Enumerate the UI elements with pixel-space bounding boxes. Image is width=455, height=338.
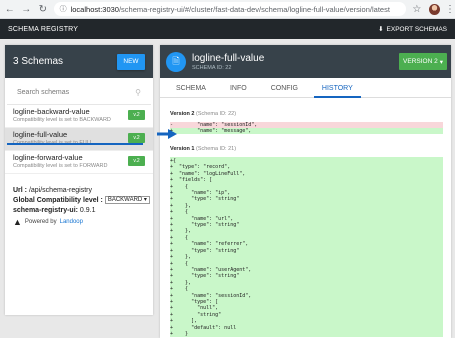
tab-config[interactable]: CONFIG	[259, 85, 310, 97]
selected-annotation-underline	[7, 143, 143, 145]
schema-item-full[interactable]: logline-full-value Compatibility level i…	[5, 128, 153, 151]
bookmark-star-icon[interactable]: ☆	[412, 4, 421, 15]
forward-icon[interactable]: →	[20, 2, 34, 16]
browser-toolbar: ← → ↻ ⓘ localhost:3030/schema-registry-u…	[0, 0, 455, 19]
version-badge: v.2	[128, 156, 145, 166]
version-1-schema-id: (Schema ID: 21)	[196, 146, 237, 152]
version-2-title: Version 2	[170, 111, 195, 117]
diff-added-line: + "name": "message",	[170, 128, 443, 134]
browser-menu-icon[interactable]: ⋮	[445, 4, 455, 15]
powered-label: Powered by	[24, 219, 57, 225]
app-title: SCHEMA REGISTRY	[8, 25, 79, 33]
global-compat-select[interactable]: BACKWARD ▾	[104, 196, 150, 205]
arrow-annotation-icon	[157, 129, 177, 139]
version-2-schema-id: (Schema ID: 22)	[196, 111, 237, 117]
compat-value: BACKWARD	[107, 197, 143, 204]
landoop-logo-icon: ▲	[13, 217, 22, 227]
url-value: /api/schema-registry	[28, 187, 92, 194]
compat-label: Global Compatibility level :	[13, 197, 103, 204]
search-input[interactable]: Search schemas ⚲	[7, 81, 151, 105]
search-icon: ⚲	[135, 88, 141, 97]
schema-item-compat: Compatibility level is set to BACKWARD	[13, 117, 111, 123]
schema-item-name: logline-full-value	[13, 130, 68, 139]
version-1-label: Version 1 (Schema ID: 21)	[170, 146, 443, 152]
tab-schema[interactable]: SCHEMA	[164, 85, 218, 97]
schema-id: SCHEMA ID: 22	[192, 64, 232, 71]
schema-titles: logline-full-value SCHEMA ID: 22	[192, 53, 264, 71]
schema-name: logline-full-value	[192, 52, 265, 64]
schemas-sidebar: 3 Schemas NEW Search schemas ⚲ logline-b…	[5, 45, 153, 315]
file-icon: 🗎	[166, 51, 186, 72]
profile-avatar[interactable]	[429, 3, 441, 15]
schema-tabs: SCHEMA INFO CONFIG HISTORY	[160, 78, 451, 98]
url-path: /schema-registry-ui/#/cluster/fast-data-…	[118, 4, 390, 14]
schema-count: 3 Schemas	[13, 56, 64, 67]
schema-header: 🗎 logline-full-value SCHEMA ID: 22 VERSI…	[160, 45, 451, 78]
schema-item-backward[interactable]: logline-backward-value Compatibility lev…	[5, 105, 153, 128]
version-dropdown[interactable]: VERSION 2 ▾	[399, 53, 447, 70]
schema-item-name: logline-forward-value	[13, 153, 83, 162]
back-icon[interactable]: ←	[3, 2, 17, 16]
new-schema-button[interactable]: NEW	[117, 53, 145, 70]
version-2-diff: - "name": "sessionId", + "name": "message…	[170, 122, 443, 134]
caret-down-icon: ▾	[439, 58, 443, 66]
app-header: SCHEMA REGISTRY ⬇ EXPORT SCHEMAS	[0, 19, 455, 39]
reload-icon[interactable]: ↻	[36, 2, 50, 16]
registry-meta: Url : /api/schema-registry Global Compat…	[13, 186, 150, 216]
tab-history[interactable]: HISTORY	[310, 85, 365, 98]
version-label: schema-registry-ui:	[13, 207, 78, 214]
download-icon: ⬇	[378, 26, 384, 33]
export-label: EXPORT SCHEMAS	[386, 25, 447, 33]
version-2-label: Version 2 (Schema ID: 22)	[170, 111, 443, 117]
version-1-title: Version 1	[170, 146, 195, 152]
url-host: localhost:3030	[70, 4, 119, 14]
url-label: Url :	[13, 187, 27, 194]
landoop-link[interactable]: Landoop	[60, 219, 83, 225]
schema-item-compat: Compatibility level is set to FORWARD	[13, 163, 108, 169]
version-dropdown-label: VERSION 2	[403, 58, 438, 65]
version-badge: v.2	[128, 110, 145, 120]
history-content: Version 2 (Schema ID: 22) - "name": "ses…	[160, 98, 451, 337]
schema-item-name: logline-backward-value	[13, 107, 90, 116]
schema-item-forward[interactable]: logline-forward-value Compatibility leve…	[5, 151, 153, 174]
address-bar[interactable]: ⓘ localhost:3030/schema-registry-ui/#/cl…	[53, 2, 407, 16]
schema-detail-panel: 🗎 logline-full-value SCHEMA ID: 22 VERSI…	[160, 45, 451, 338]
version-1-code: +{ + "type": "record", + "name": "logLin…	[170, 157, 443, 337]
sidebar-header: 3 Schemas NEW	[5, 45, 153, 78]
tab-info[interactable]: INFO	[218, 85, 259, 97]
version-value: 0.9.1	[79, 207, 96, 214]
search-placeholder: Search schemas	[17, 89, 70, 96]
export-schemas-button[interactable]: ⬇ EXPORT SCHEMAS	[378, 25, 447, 34]
info-icon[interactable]: ⓘ	[60, 4, 67, 14]
powered-by: ▲ Powered by Landoop	[13, 217, 83, 227]
version-badge: v.2	[128, 133, 145, 143]
